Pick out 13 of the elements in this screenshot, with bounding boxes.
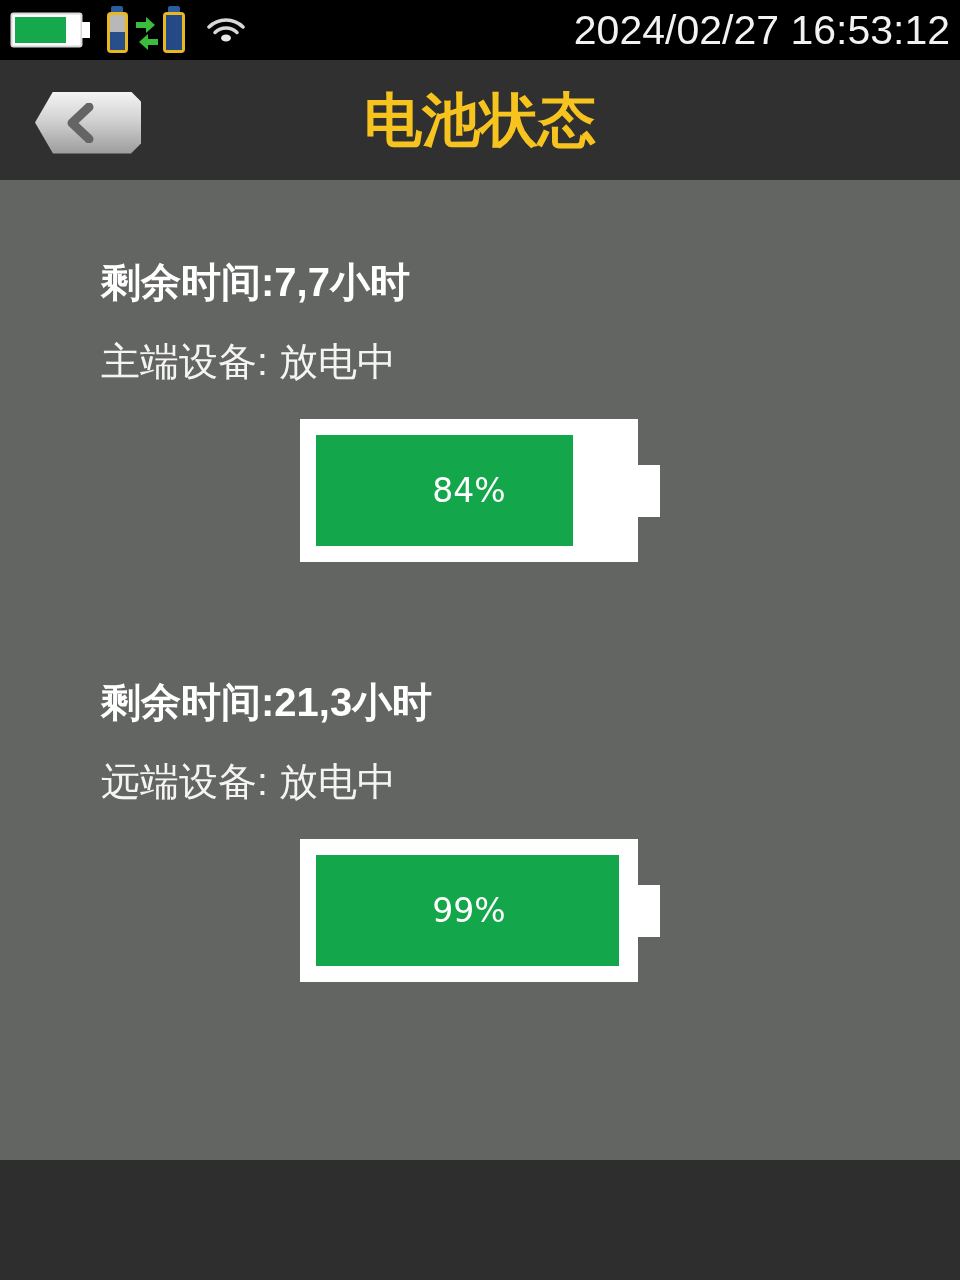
wifi-icon: [207, 18, 245, 42]
battery-percentage: 99%: [432, 890, 506, 931]
device-status: 远端设备: 放电中: [101, 760, 396, 804]
device-link-icon: [106, 6, 186, 54]
date-time: 2024/02/27 16:53:12: [573, 7, 950, 53]
battery-percentage: 84%: [432, 470, 506, 511]
remaining-time: 剩余时间:7,7小时: [101, 260, 410, 304]
remaining-time: 剩余时间:21,3小时: [101, 680, 433, 724]
back-button[interactable]: [35, 91, 141, 154]
device-status: 主端设备: 放电中: [101, 340, 396, 384]
page-title: 电池状态: [364, 85, 596, 155]
chevron-left-icon: [65, 102, 95, 143]
battery-icon: [10, 12, 90, 48]
